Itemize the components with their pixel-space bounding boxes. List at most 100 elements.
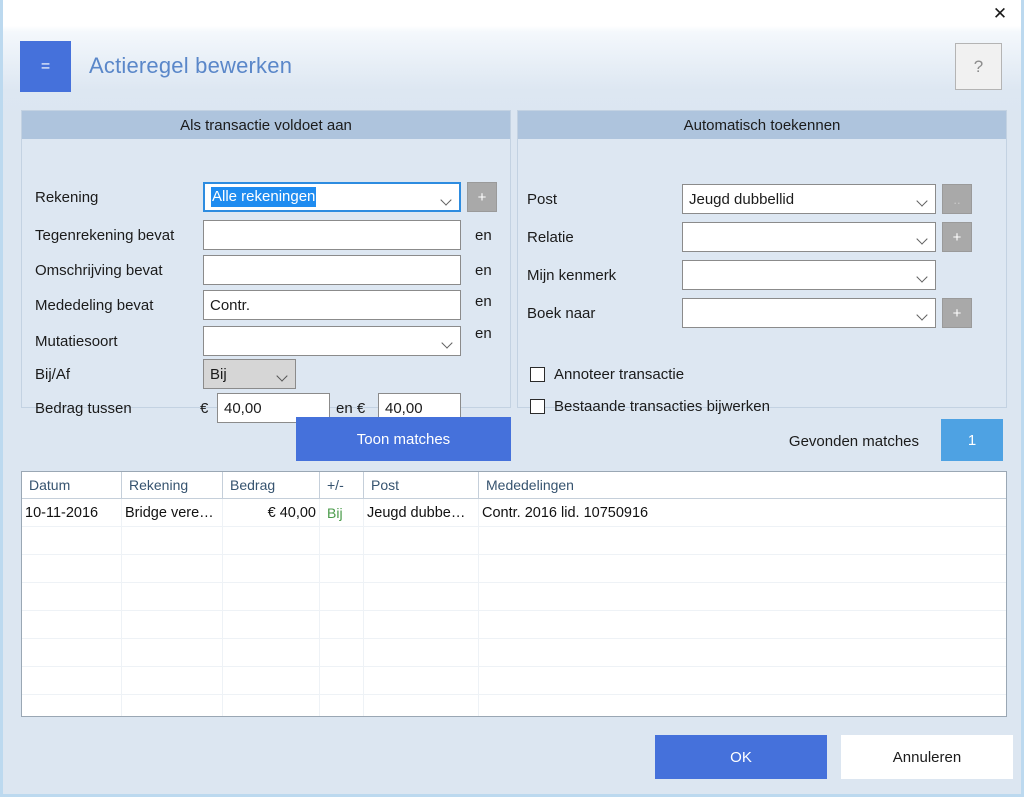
table-empty-cell (479, 667, 1006, 694)
column-header-datum[interactable]: Datum (22, 472, 122, 498)
assignment-panel-heading: Automatisch toekennen (518, 111, 1006, 139)
bijaf-combobox[interactable]: Bij (203, 359, 296, 389)
label-mededeling: Mededeling bevat (35, 297, 154, 314)
table-empty-row[interactable] (22, 667, 1006, 695)
table-empty-cell (223, 555, 320, 582)
bedrag-middle-label: en € (336, 400, 366, 417)
table-empty-cell (364, 583, 479, 610)
checkbox-annoteer-transactie[interactable]: Annoteer transactie (530, 366, 684, 383)
and-label-mededeling: en (475, 293, 492, 310)
column-header-plusmin[interactable]: +/- (320, 472, 364, 498)
conditions-panel: Als transactie voldoet aan Rekening Alle… (21, 110, 511, 423)
label-relatie: Relatie (527, 229, 574, 246)
table-empty-cell (223, 667, 320, 694)
cell-bedrag: € 40,00 (223, 499, 320, 526)
add-rekening-button[interactable]: + (467, 182, 497, 212)
found-matches-count: 1 (941, 419, 1003, 461)
table-empty-row[interactable] (22, 583, 1006, 611)
table-empty-cell (22, 583, 122, 610)
boek-naar-combobox[interactable] (682, 298, 936, 328)
table-empty-row[interactable] (22, 695, 1006, 716)
table-empty-cell (364, 527, 479, 554)
table-empty-cell (320, 695, 364, 716)
label-mutatiesoort: Mutatiesoort (35, 333, 118, 350)
ok-button[interactable]: OK (655, 735, 827, 779)
page-title: Actieregel bewerken (89, 53, 293, 78)
table-empty-cell (320, 583, 364, 610)
title-bar: ✕ (3, 0, 1021, 26)
checkbox-annoteer-label: Annoteer transactie (554, 366, 685, 383)
rekening-combobox[interactable]: Alle rekeningen (203, 182, 461, 212)
table-empty-cell (223, 695, 320, 716)
table-empty-row[interactable] (22, 555, 1006, 583)
checkbox-bestaande-label: Bestaande transacties bijwerken (554, 398, 770, 415)
table-empty-cell (320, 667, 364, 694)
and-label-mutatiesoort: en (475, 325, 492, 342)
cell-plusmin-value: Bij (327, 504, 343, 521)
post-browse-button[interactable]: .. (942, 184, 972, 214)
table-empty-row[interactable] (22, 527, 1006, 555)
label-post: Post (527, 191, 558, 208)
conditions-panel-heading: Als transactie voldoet aan (22, 111, 510, 139)
show-matches-button[interactable]: Toon matches (296, 417, 511, 461)
bijaf-value: Bij (210, 365, 227, 383)
add-boek-naar-button[interactable]: + (942, 298, 972, 328)
table-empty-cell (479, 611, 1006, 638)
column-header-mededelingen[interactable]: Mededelingen (479, 472, 1006, 498)
mededeling-value: Contr. (210, 296, 251, 314)
table-empty-cell (22, 695, 122, 716)
table-empty-cell (320, 611, 364, 638)
checkbox-box-icon (530, 399, 545, 414)
table-empty-cell (22, 555, 122, 582)
assignment-panel: Automatisch toekennen Post Jeugd dubbell… (517, 110, 1007, 415)
table-empty-cell (223, 639, 320, 666)
table-row[interactable]: 10-11-2016 Bridge vere… € 40,00 Bij Jeug… (22, 499, 1006, 527)
table-empty-cell (320, 527, 364, 554)
table-empty-cell (122, 611, 223, 638)
table-empty-cell (122, 667, 223, 694)
close-icon[interactable]: ✕ (987, 2, 1013, 24)
post-combobox[interactable]: Jeugd dubbellid (682, 184, 936, 214)
cancel-button[interactable]: Annuleren (841, 735, 1013, 779)
table-empty-cell (479, 527, 1006, 554)
table-empty-cell (22, 639, 122, 666)
found-matches-label: Gevonden matches (788, 433, 919, 450)
table-empty-cell (122, 555, 223, 582)
table-empty-cell (364, 667, 479, 694)
table-empty-cell (122, 695, 223, 716)
table-empty-cell (479, 639, 1006, 666)
table-empty-cell (364, 555, 479, 582)
column-header-post[interactable]: Post (364, 472, 479, 498)
mutatiesoort-combobox[interactable] (203, 326, 461, 356)
table-empty-cell (364, 695, 479, 716)
cell-plusmin: Bij (320, 499, 364, 526)
table-empty-cell (479, 555, 1006, 582)
post-value: Jeugd dubbellid (689, 190, 795, 208)
bedrag-to-value: 40,00 (385, 399, 423, 417)
dialog-window: ✕ = Actieregel bewerken ? Als transactie… (0, 0, 1024, 797)
cell-datum: 10-11-2016 (22, 499, 122, 526)
table-empty-cell (223, 583, 320, 610)
table-empty-cell (122, 527, 223, 554)
help-button[interactable]: ? (955, 43, 1002, 90)
label-bedrag-tussen: Bedrag tussen (35, 400, 132, 417)
checkbox-bestaande-transacties-bijwerken[interactable]: Bestaande transacties bijwerken (530, 398, 770, 415)
conditions-panel-body: Rekening Alle rekeningen + Tegenrekening… (22, 139, 510, 423)
table-empty-cell (364, 639, 479, 666)
and-label-omschrijving: en (475, 262, 492, 279)
table-empty-row[interactable] (22, 611, 1006, 639)
mededeling-input[interactable]: Contr. (203, 290, 461, 320)
tegenrekening-input[interactable] (203, 220, 461, 250)
table-empty-row[interactable] (22, 639, 1006, 667)
table-header-row: Datum Rekening Bedrag +/- Post Mededelin… (22, 472, 1006, 499)
table-empty-cell (320, 639, 364, 666)
mijn-kenmerk-combobox[interactable] (682, 260, 936, 290)
omschrijving-input[interactable] (203, 255, 461, 285)
relatie-combobox[interactable] (682, 222, 936, 252)
label-omschrijving: Omschrijving bevat (35, 262, 163, 279)
cell-mededelingen: Contr. 2016 lid. 10750916 (482, 504, 649, 521)
rekening-value: Alle rekeningen (211, 187, 317, 207)
column-header-rekening[interactable]: Rekening (122, 472, 223, 498)
column-header-bedrag[interactable]: Bedrag (223, 472, 320, 498)
add-relatie-button[interactable]: + (942, 222, 972, 252)
